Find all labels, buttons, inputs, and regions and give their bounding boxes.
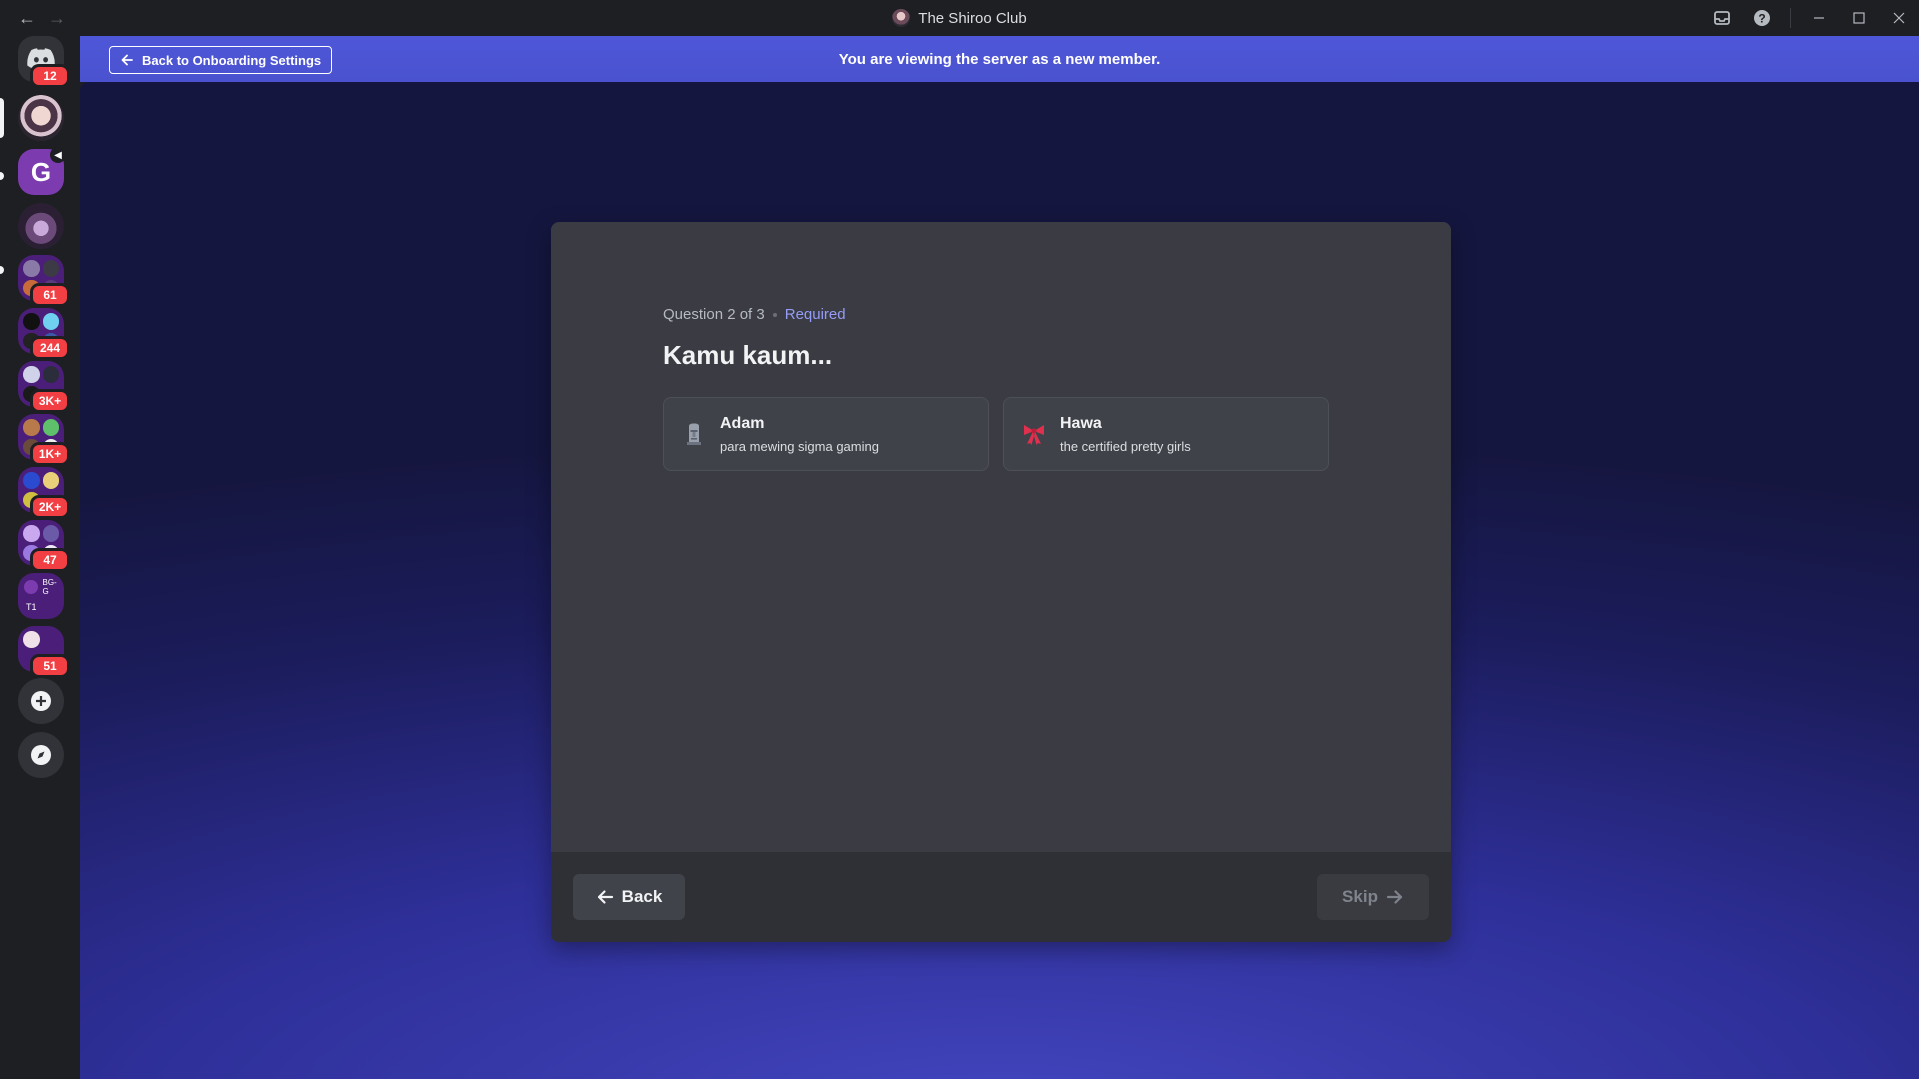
help-icon[interactable]: ?: [1742, 0, 1782, 36]
server-rail: 12 G ◀ 61 244 3K+ 1K+ 2K+ 47 BG-G T1 51: [0, 36, 80, 1079]
skip-button-label: Skip: [1342, 887, 1378, 906]
folder-1-badge: 61: [30, 283, 70, 307]
divider: [1790, 8, 1791, 28]
separator-dot: [772, 312, 777, 317]
arrow-right-icon: [1386, 890, 1403, 904]
server-folder-6[interactable]: 47: [18, 520, 70, 572]
server-3[interactable]: [18, 203, 64, 249]
server-folder-5[interactable]: 2K+: [18, 467, 70, 519]
question-options: Adam para mewing sigma gaming Hawa the c…: [663, 397, 1329, 471]
preview-banner: Back to Onboarding Settings You are view…: [80, 36, 1919, 82]
arrow-left-icon: [597, 890, 613, 904]
compass-icon: [31, 745, 51, 765]
banner-message: You are viewing the server as a new memb…: [838, 50, 1161, 68]
option-description: the certified pretty girls: [1060, 438, 1191, 454]
add-server-button[interactable]: [18, 678, 64, 724]
home-button[interactable]: 12: [18, 36, 70, 88]
folder-4-badge: 1K+: [30, 442, 70, 466]
folder-3-badge: 3K+: [30, 389, 70, 413]
option-name: Adam: [720, 414, 765, 432]
plus-icon: [31, 691, 51, 711]
server-2[interactable]: G ◀: [18, 147, 66, 195]
onboarding-question-card: Question 2 of 3 Required Kamu kaum... Ad…: [551, 222, 1451, 942]
server-folder-8[interactable]: 51: [18, 626, 70, 678]
ribbon-icon: [1022, 422, 1046, 446]
window-title-text: The Shiroo Club: [918, 9, 1027, 27]
active-server-indicator: [0, 98, 4, 138]
card-footer: Back Skip: [551, 852, 1451, 942]
required-label: Required: [784, 306, 846, 323]
title-bar: ← → The Shiroo Club ?: [0, 0, 1919, 36]
back-button-label: Back: [621, 887, 663, 906]
discover-button[interactable]: [18, 732, 64, 778]
maximize-icon[interactable]: [1839, 0, 1879, 36]
folder-7-label-2: T1: [25, 601, 37, 612]
question-title: Kamu kaum...: [663, 340, 833, 370]
question-meta: Question 2 of 3 Required: [663, 306, 846, 323]
server-folder-4[interactable]: 1K+: [18, 414, 70, 466]
unread-indicator: [0, 172, 4, 180]
unread-indicator: [0, 266, 4, 274]
server-shiroo-club[interactable]: [18, 95, 64, 141]
option-hawa[interactable]: Hawa the certified pretty girls: [1003, 397, 1329, 471]
minimize-icon[interactable]: [1799, 0, 1839, 36]
folder-7-label-1: BG-G: [42, 578, 57, 596]
back-button[interactable]: Back: [573, 874, 685, 920]
option-adam[interactable]: Adam para mewing sigma gaming: [663, 397, 989, 471]
folder-5-badge: 2K+: [30, 495, 70, 519]
question-count: Question 2 of 3: [663, 306, 765, 323]
option-name: Hawa: [1060, 414, 1102, 432]
window-title: The Shiroo Club: [0, 0, 1919, 36]
server-folder-7[interactable]: BG-G T1: [18, 573, 64, 619]
folder-2-badge: 244: [30, 336, 70, 360]
folder-8-badge: 51: [30, 654, 70, 678]
onboarding-main: Question 2 of 3 Required Kamu kaum... Ad…: [80, 82, 1919, 1079]
skip-button[interactable]: Skip: [1317, 874, 1429, 920]
inbox-icon[interactable]: [1702, 0, 1742, 36]
server-folder-3[interactable]: 3K+: [18, 361, 70, 413]
speaker-icon: ◀: [50, 147, 66, 163]
svg-text:?: ?: [1758, 12, 1765, 26]
titlebar-actions: ?: [1702, 0, 1919, 36]
home-badge: 12: [30, 64, 70, 88]
moai-icon: [682, 422, 706, 446]
close-icon[interactable]: [1879, 0, 1919, 36]
folder-6-badge: 47: [30, 548, 70, 572]
server-icon: [892, 9, 911, 27]
server-folder-2[interactable]: 244: [18, 308, 70, 360]
option-description: para mewing sigma gaming: [720, 438, 879, 454]
server-folder-1[interactable]: 61: [18, 255, 70, 307]
